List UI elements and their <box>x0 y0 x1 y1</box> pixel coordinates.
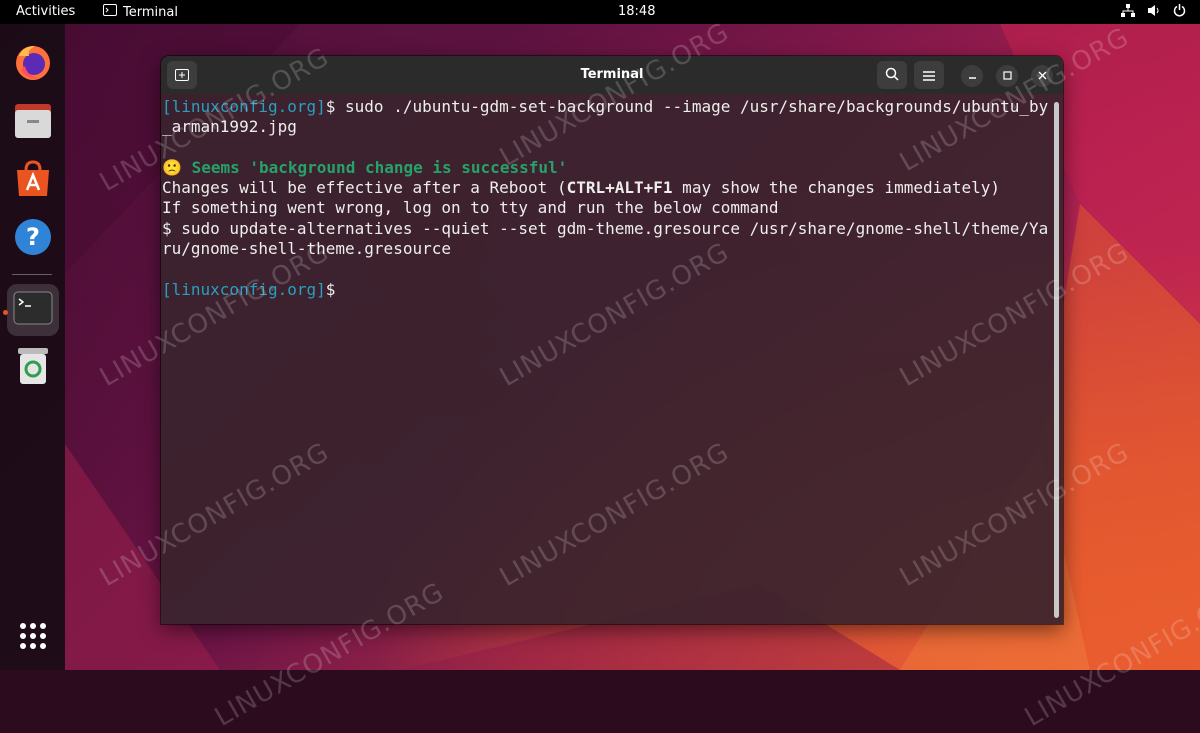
dock-separator <box>12 274 52 275</box>
dock-item-terminal[interactable] <box>7 284 59 336</box>
success-message: Seems 'background change is successful' <box>191 157 568 177</box>
terminal-window[interactable]: Terminal [linuxconfig.org]$ sudo ./ubunt… <box>161 56 1063 624</box>
search-button[interactable] <box>877 61 907 89</box>
dock-item-show-apps[interactable] <box>7 612 59 664</box>
maximize-icon <box>1002 69 1012 84</box>
app-menu[interactable]: Terminal <box>103 4 178 20</box>
terminal-line: $ sudo update-alternatives --quiet --set… <box>162 218 1049 238</box>
terminal-icon <box>13 291 53 329</box>
prompt-host: [linuxconfig.org] <box>162 97 326 116</box>
info-text: Changes will be effective after a Reboot… <box>162 178 567 198</box>
app-menu-label: Terminal <box>123 4 178 20</box>
show-apps-icon <box>18 621 48 655</box>
terminal-output[interactable]: [linuxconfig.org]$ sudo ./ubuntu-gdm-set… <box>161 94 1063 624</box>
running-indicator <box>3 310 8 315</box>
minimize-icon <box>968 69 977 84</box>
terminal-line: [linuxconfig.org]$ <box>162 280 335 299</box>
prompt-host: [linuxconfig.org] <box>162 279 326 299</box>
activities-button[interactable]: Activities <box>16 4 75 19</box>
sad-face-icon: 🙁 <box>162 157 182 177</box>
terminal-line: 🙁 Seems 'background change is successful… <box>162 158 567 177</box>
trash-icon <box>16 346 50 390</box>
volume-icon <box>1147 4 1161 21</box>
files-icon <box>13 102 53 144</box>
dock-item-firefox[interactable] <box>7 38 59 90</box>
terminal-line: _arman1992.jpg <box>162 117 297 137</box>
system-tray[interactable] <box>1121 4 1186 21</box>
menu-button[interactable] <box>914 61 944 89</box>
clock[interactable]: 18:48 <box>618 4 655 19</box>
network-icon <box>1121 4 1135 21</box>
terminal-line: If something went wrong, log on to tty a… <box>162 198 779 218</box>
search-icon <box>885 66 899 85</box>
command-text: $ sudo ./ubuntu-gdm-set-background --ima… <box>325 97 1049 116</box>
dock-item-help[interactable]: ? <box>7 213 59 265</box>
power-icon <box>1173 4 1186 21</box>
terminal-small-icon <box>103 4 117 20</box>
terminal-line: Changes will be effective after a Reboot… <box>162 178 1000 197</box>
terminal-line: ru/gnome-shell-theme.gresource <box>162 239 451 259</box>
terminal-text: [linuxconfig.org]$ sudo ./ubuntu-gdm-set… <box>162 97 1052 300</box>
dock: ? <box>0 24 65 670</box>
close-icon <box>1038 69 1047 84</box>
info-text: may show the changes immediately) <box>672 178 1001 198</box>
terminal-titlebar[interactable]: Terminal <box>161 56 1063 94</box>
hamburger-menu-icon <box>923 66 935 85</box>
close-button[interactable] <box>1031 65 1053 87</box>
app-center-icon <box>13 160 53 202</box>
dock-item-files[interactable] <box>7 97 59 149</box>
scrollbar[interactable] <box>1054 102 1059 618</box>
firefox-icon <box>13 42 53 86</box>
help-icon: ? <box>13 217 53 261</box>
minimize-button[interactable] <box>961 65 983 87</box>
prompt-symbol: $ <box>325 279 336 299</box>
top-bar: Activities Terminal 18:48 <box>0 0 1200 24</box>
keyboard-shortcut: CTRL+ALT+F1 <box>566 178 673 198</box>
maximize-button[interactable] <box>996 65 1018 87</box>
terminal-line: [linuxconfig.org]$ sudo ./ubuntu-gdm-set… <box>162 97 1048 116</box>
svg-text:?: ? <box>26 223 40 251</box>
dock-item-app-center[interactable] <box>7 155 59 207</box>
dock-item-trash[interactable] <box>7 342 59 394</box>
